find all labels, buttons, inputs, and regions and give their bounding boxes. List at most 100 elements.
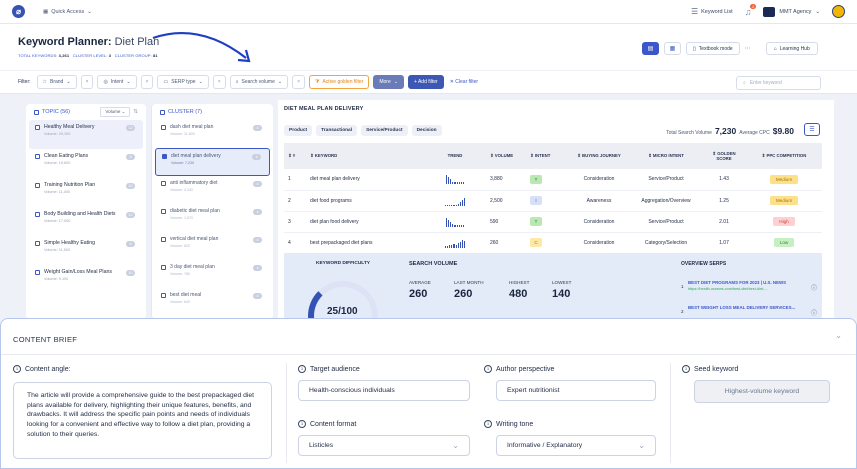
table-row[interactable]: 3 diet plan food delivery 590 T Consideratio… <box>284 211 822 233</box>
notification-bell[interactable]: ♫ 2 <box>745 3 757 17</box>
cluster-item[interactable]: 3 day diet meal plan Volume: 780 4 <box>155 260 270 288</box>
tag-product[interactable]: Product <box>284 125 313 136</box>
keyword-list-button[interactable]: ☰ Keyword List <box>691 7 733 16</box>
serp-result[interactable]: 1 BEST DIET PROGRAMS FOR 2023 | U.S. NEW… <box>681 280 817 292</box>
cluster-item[interactable]: diet meal plan delivery Volume: 7,230 4 <box>155 148 270 176</box>
sort-icon[interactable]: ⇅ <box>133 109 138 115</box>
select-all-clusters-checkbox[interactable] <box>160 109 165 115</box>
cluster-item[interactable]: dash diet meal plan Volume: 11,600 4 <box>155 120 270 148</box>
list-view-button[interactable]: ▤ <box>642 42 659 55</box>
serp-title[interactable]: BEST WEIGHT LOSS MEAL DELIVERY SERVICES.… <box>688 305 813 310</box>
agency-logo-icon <box>763 6 776 17</box>
textbook-mode-toggle[interactable]: ▯ Textbook mode <box>686 42 740 55</box>
serp-type-remove[interactable]: × <box>212 75 226 89</box>
keyword-text[interactable]: diet food programs <box>306 190 424 212</box>
filter-label: Filter: <box>18 79 31 85</box>
col-number[interactable]: ⇕ # <box>284 143 306 169</box>
table-row[interactable]: 2 diet food programs 2,500 I Awareness Aggreg… <box>284 190 822 212</box>
cluster-checkbox[interactable] <box>161 264 166 270</box>
table-view-button[interactable]: ▦ <box>664 42 681 55</box>
cluster-count-badge: 4 <box>252 154 261 160</box>
topic-item[interactable]: Simple Healthy Eating Volume: 11,500 8 <box>29 236 143 265</box>
avatar[interactable] <box>832 5 845 18</box>
agency-switcher[interactable]: MMT Agency ⌄ <box>763 6 820 17</box>
keyword-text[interactable]: diet meal plan delivery <box>306 169 424 191</box>
info-icon[interactable]: i <box>298 420 306 428</box>
target-audience-field[interactable]: Health-conscious individuals <box>298 380 470 401</box>
info-icon[interactable]: i <box>484 365 492 373</box>
keyword-text[interactable]: best prepackaged diet plans <box>306 232 424 254</box>
select-all-topics-checkbox[interactable] <box>34 109 39 115</box>
collapse-chevron-icon[interactable]: ⌄ <box>835 331 842 340</box>
cluster-checkbox[interactable] <box>161 180 166 186</box>
col-keyword[interactable]: ⇕ KEYWORD <box>306 143 424 169</box>
app-logo[interactable]: ⌀ <box>12 5 25 18</box>
col-micro-intent[interactable]: ⇕ MICRO INTENT <box>630 143 702 169</box>
topic-checkbox[interactable] <box>35 153 40 159</box>
brand-filter[interactable]: ☆ Brand ⌄ <box>36 75 77 89</box>
cluster-item[interactable]: best diet meal Volume: 640 4 <box>155 288 270 316</box>
summary-menu-button[interactable]: ☰ <box>804 123 820 136</box>
cluster-item[interactable]: vertical diet meal plan Volume: 820 4 <box>155 232 270 260</box>
cluster-checkbox[interactable] <box>162 153 167 159</box>
col-intent[interactable]: ⇕ INTENT <box>526 143 568 169</box>
col-buying-journey[interactable]: ⇕ BUYING JOURNEY <box>568 143 630 169</box>
topic-checkbox[interactable] <box>35 211 40 217</box>
more-filters-button[interactable]: More ⌄ <box>373 75 404 89</box>
cluster-item[interactable]: diabetic diet meal plan Volume: 1,570 4 <box>155 204 270 232</box>
cluster-list: CLUSTER (7) dash diet meal plan Volume: 1… <box>151 104 273 319</box>
info-icon[interactable]: ⓘ <box>811 308 817 317</box>
intent-filter-remove[interactable]: × <box>140 75 154 89</box>
info-icon[interactable]: i <box>13 365 21 373</box>
cluster-checkbox[interactable] <box>161 208 166 214</box>
tag-service-product[interactable]: Service/Product <box>361 125 408 136</box>
serp-result[interactable]: 2 BEST WEIGHT LOSS MEAL DELIVERY SERVICE… <box>681 305 817 317</box>
col-golden-score[interactable]: ⇕ GOLDEN SCORE <box>702 143 746 169</box>
topic-item[interactable]: Training Nutrition Plan Volume: 11,000 10 <box>29 178 143 207</box>
cluster-checkbox[interactable] <box>161 236 166 242</box>
topic-item[interactable]: Healthy Meal Delivery Volume: 29,100 12 <box>29 120 143 149</box>
active-golden-filter[interactable]: ⧩ Active golden filter <box>309 75 370 89</box>
topic-item[interactable]: Clean Eating Plans Volume: 19,600 8 <box>29 149 143 178</box>
cluster-item[interactable]: anti inflammatory diet Volume: 4,340 4 <box>155 176 270 204</box>
writing-tone-select[interactable]: Informative / Explanatory ⌄ <box>496 435 656 456</box>
info-icon[interactable]: i <box>682 365 690 373</box>
keyword-text[interactable]: diet plan food delivery <box>306 211 424 233</box>
topic-checkbox[interactable] <box>35 269 40 275</box>
serp-type-filter[interactable]: ▭ SERP type ⌄ <box>157 75 209 89</box>
tag-decision[interactable]: Decision <box>411 125 442 136</box>
info-icon[interactable]: i <box>484 420 492 428</box>
author-perspective-field[interactable]: Expert nutritionist <box>496 380 656 401</box>
topic-item[interactable]: Body Building and Health Diets Volume: 17… <box>29 207 143 236</box>
intent-filter[interactable]: ◎ Intent ⌄ <box>97 75 137 89</box>
table-row[interactable]: 4 best prepackaged diet plans 260 C Consider… <box>284 232 822 254</box>
keyword-search-input[interactable]: ⌕ Enter keyword <box>736 76 821 90</box>
search-volume-filter[interactable]: ⌕ Search volume ⌄ <box>229 75 289 89</box>
table-row[interactable]: 1 diet meal plan delivery 3,880 T Considerat… <box>284 169 822 191</box>
learning-hub-button[interactable]: ⌂ Learning Hub <box>765 42 818 55</box>
topic-checkbox[interactable] <box>35 124 40 130</box>
brand-filter-remove[interactable]: × <box>80 75 94 89</box>
topic-item[interactable]: Weight Gain/Loss Meal Plans Volume: 9,100… <box>29 265 143 294</box>
cluster-checkbox[interactable] <box>161 292 166 298</box>
search-volume-remove[interactable]: × <box>292 75 305 89</box>
topic-sort-select[interactable]: Volume ⌄ <box>100 107 131 117</box>
tag-transactional[interactable]: Transactional <box>316 125 358 136</box>
topic-checkbox[interactable] <box>35 182 40 188</box>
serp-url[interactable]: https://health.usnews.com/best-diet/best… <box>688 287 813 291</box>
clear-filter-button[interactable]: ✕ Clear filter <box>450 79 478 85</box>
cluster-checkbox[interactable] <box>161 124 166 130</box>
table-header-row: ⇕ # ⇕ KEYWORD TREND ⇕ VOLUME ⇕ INTENT ⇕ … <box>284 143 822 169</box>
info-icon[interactable]: i <box>298 365 306 373</box>
col-volume[interactable]: ⇕ VOLUME <box>486 143 526 169</box>
add-filter-button[interactable]: + Add filter <box>407 75 444 89</box>
serp-title[interactable]: BEST DIET PROGRAMS FOR 2023 | U.S. NEWS <box>688 280 813 285</box>
content-format-select[interactable]: Listicles ⌄ <box>298 435 470 456</box>
info-icon[interactable]: ⓘ <box>811 283 817 292</box>
topic-checkbox[interactable] <box>35 240 40 246</box>
col-ppc-competition[interactable]: ⇕ PPC COMPETITION <box>746 143 822 169</box>
more-options-icon[interactable]: ⋯ <box>745 45 751 52</box>
content-angle-field[interactable]: The article will provide a comprehensive… <box>13 382 272 459</box>
col-label: BUYING JOURNEY <box>582 153 621 159</box>
quick-access-menu[interactable]: ▦ Quick Access ⌄ <box>43 9 92 15</box>
